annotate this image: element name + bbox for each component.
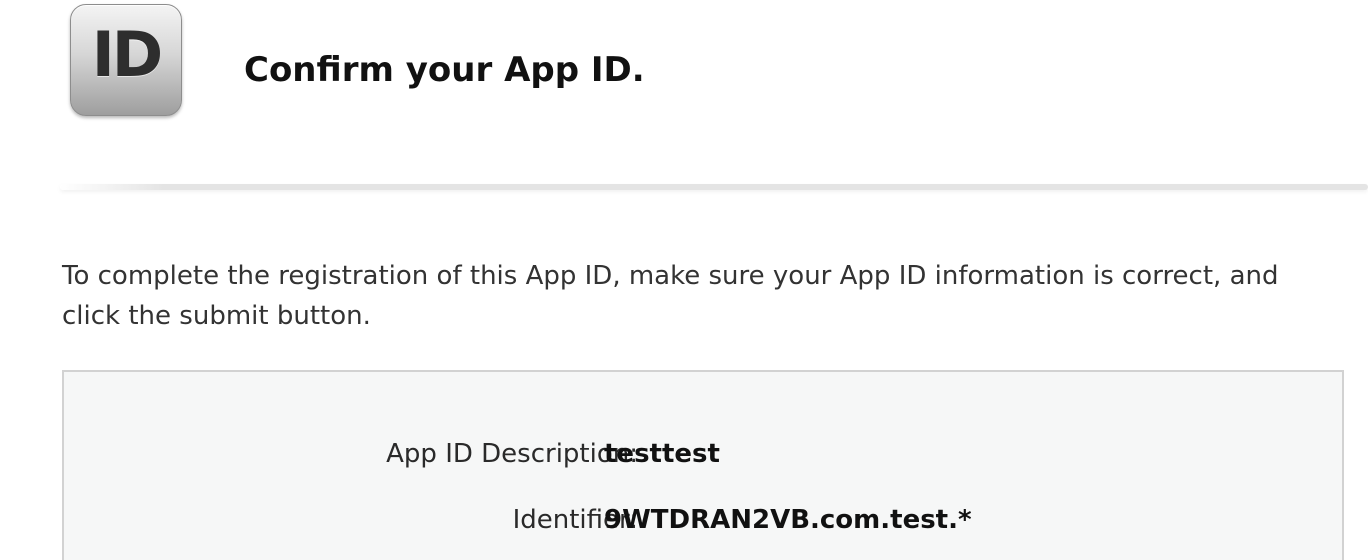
detail-label-description: App ID Description:: [386, 439, 638, 469]
detail-value-description: testtest: [604, 439, 720, 469]
intro-text: To complete the registration of this App…: [62, 261, 1279, 331]
page-title: Confirm your App ID.: [244, 50, 645, 90]
app-id-icon-label: ID: [91, 18, 164, 91]
detail-value-identifier: 9WTDRAN2VB.com.test.*: [604, 505, 972, 535]
header-divider: [60, 184, 1368, 190]
page-header: ID Confirm your App ID.: [0, 0, 1368, 190]
app-id-icon: ID: [70, 4, 182, 116]
page: ID Confirm your App ID. To complete the …: [0, 0, 1368, 560]
app-id-details-panel: App ID Description: testtest Identifier:…: [62, 370, 1344, 560]
detail-row-description: App ID Description: testtest: [64, 434, 1344, 474]
detail-row-identifier: Identifier: 9WTDRAN2VB.com.test.*: [64, 500, 1344, 540]
